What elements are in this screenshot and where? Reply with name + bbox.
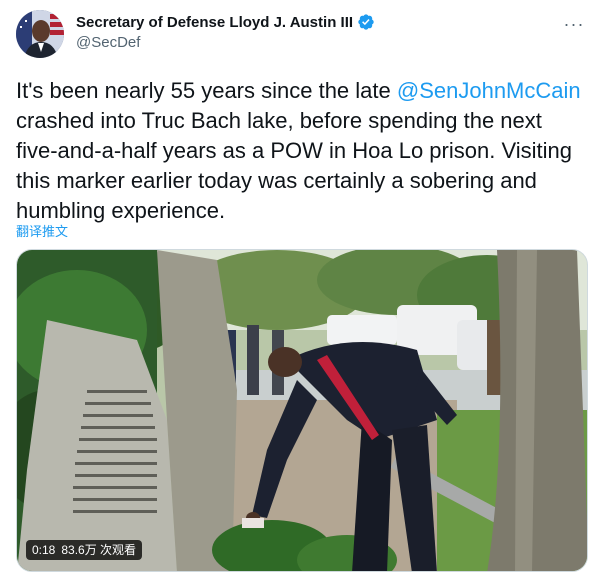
video-info-badge: 0:18 83.6万 次观看 <box>26 540 143 560</box>
video-player[interactable] <box>16 249 588 572</box>
verified-badge-icon <box>358 14 374 30</box>
tweet-text: It's been nearly 55 years since the late… <box>16 76 588 226</box>
video-thumbnail <box>17 250 587 571</box>
author-names: Secretary of Defense Lloyd J. Austin III… <box>76 13 375 51</box>
mention-link[interactable]: @SenJohnMcCain <box>397 78 581 103</box>
video-view-count: 83.6万 次观看 <box>61 543 137 557</box>
more-options-icon[interactable]: ··· <box>562 14 586 34</box>
user-avatar[interactable] <box>16 10 64 58</box>
author-handle[interactable]: @SecDef <box>76 34 375 51</box>
tweet-text-part-2: crashed into Truc Bach lake, before spen… <box>16 108 572 223</box>
tweet-header: Secretary of Defense Lloyd J. Austin III… <box>16 10 586 60</box>
tweet-text-part-1: It's been nearly 55 years since the late <box>16 78 397 103</box>
avatar-image <box>16 10 64 58</box>
video-duration: 0:18 <box>32 543 56 557</box>
name-row: Secretary of Defense Lloyd J. Austin III <box>76 13 375 31</box>
translate-tweet-link[interactable]: 翻译推文 <box>16 221 68 240</box>
tweet-card: Secretary of Defense Lloyd J. Austin III… <box>0 0 600 587</box>
author-display-name[interactable]: Secretary of Defense Lloyd J. Austin III <box>76 14 353 31</box>
